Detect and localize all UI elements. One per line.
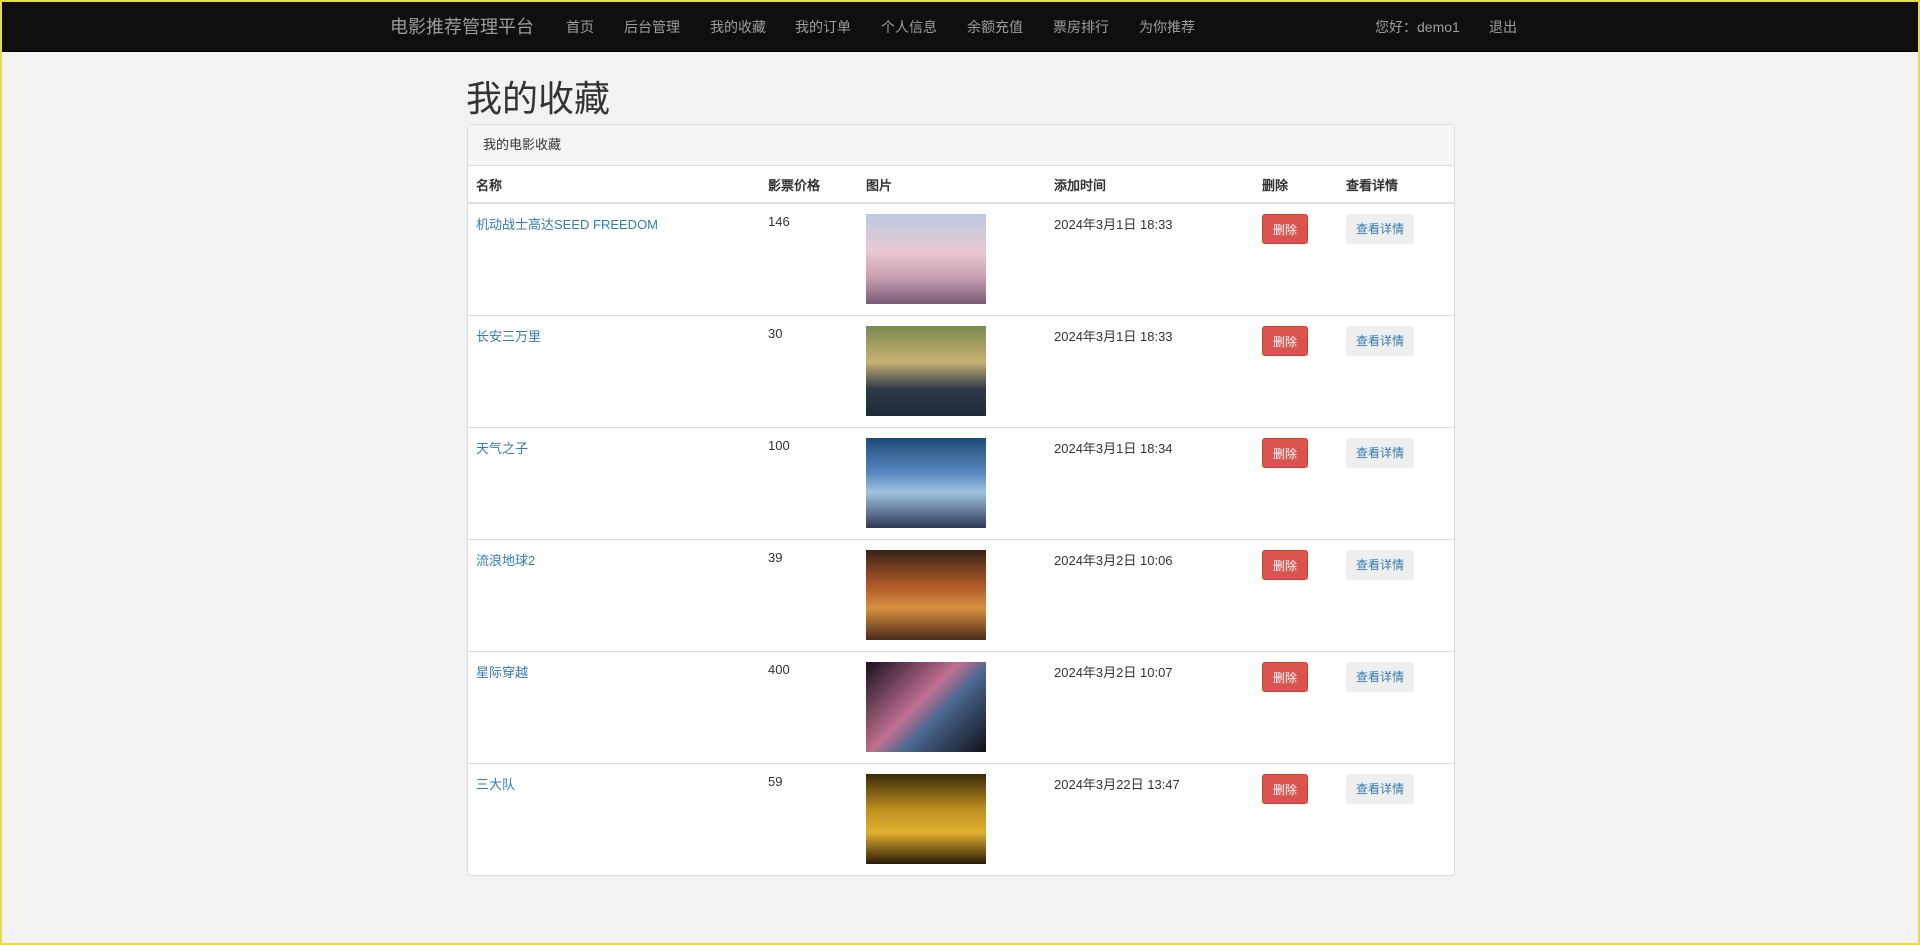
nav-recharge[interactable]: 余额充值	[967, 2, 1023, 52]
col-price: 影票价格	[760, 166, 858, 204]
delete-button[interactable]: 删除	[1262, 773, 1309, 804]
panel-heading: 我的电影收藏	[468, 125, 1454, 166]
nav-favorites[interactable]: 我的收藏	[710, 2, 766, 52]
added-time: 2024年3月22日 13:47	[1046, 762, 1254, 875]
added-time: 2024年3月1日 18:33	[1054, 217, 1173, 232]
view-detail-button[interactable]: 查看详情	[1346, 661, 1415, 692]
favorites-panel: 我的电影收藏 名称 影票价格 图片 添加时间 删除 查看详情 机动战士高达SEE…	[467, 124, 1455, 876]
movie-name-link[interactable]: 星际穿越	[476, 665, 528, 680]
delete-button[interactable]: 删除	[1262, 661, 1309, 692]
price: 30	[760, 314, 858, 427]
price: 39	[760, 538, 858, 651]
page-title: 我的收藏	[466, 78, 611, 119]
nav-home[interactable]: 首页	[566, 2, 594, 52]
nav-admin[interactable]: 后台管理	[624, 2, 680, 52]
delete-button[interactable]: 删除	[1262, 437, 1309, 468]
logout-link[interactable]: 退出	[1489, 2, 1517, 52]
view-detail-button[interactable]: 查看详情	[1346, 773, 1415, 804]
movie-name-link[interactable]: 三大队	[476, 777, 515, 792]
price: 400	[760, 650, 858, 763]
brand-link[interactable]: 电影推荐管理平台	[390, 2, 534, 52]
navbar: 电影推荐管理平台 首页 后台管理 我的收藏 我的订单 个人信息 余额充值 票房排…	[2, 2, 1918, 52]
col-image: 图片	[858, 166, 1046, 204]
table-row: 长安三万里 30 2024年3月1日 18:33 删除 查看详情	[468, 314, 1454, 427]
movie-poster	[866, 549, 986, 640]
price: 59	[760, 762, 858, 875]
added-time: 2024年3月2日 10:07	[1046, 650, 1254, 763]
table-row: 星际穿越 400 2024年3月2日 10:07 删除 查看详情	[468, 650, 1454, 763]
view-detail-button[interactable]: 查看详情	[1346, 549, 1415, 580]
view-detail-button[interactable]: 查看详情	[1346, 437, 1415, 468]
nav-profile[interactable]: 个人信息	[881, 2, 937, 52]
col-detail: 查看详情	[1338, 166, 1454, 204]
movie-poster	[866, 214, 986, 304]
col-delete: 删除	[1254, 166, 1338, 204]
price: 146	[768, 214, 790, 229]
favorites-table: 名称 影票价格 图片 添加时间 删除 查看详情 机动战士高达SEED FREED…	[468, 166, 1454, 875]
movie-name-link[interactable]: 机动战士高达SEED FREEDOM	[476, 217, 658, 232]
delete-button[interactable]: 删除	[1262, 325, 1309, 356]
nav-recommend[interactable]: 为你推荐	[1139, 2, 1195, 52]
user-greeting[interactable]: 您好：demo1	[1375, 2, 1460, 52]
delete-button[interactable]: 删除	[1262, 549, 1309, 580]
movie-poster	[866, 773, 986, 864]
movie-name-link[interactable]: 长安三万里	[476, 329, 541, 344]
view-detail-button[interactable]: 查看详情	[1346, 214, 1415, 244]
table-row: 机动战士高达SEED FREEDOM 146 2024年3月1日 18:33 删…	[468, 203, 1454, 315]
movie-name-link[interactable]: 流浪地球2	[476, 553, 535, 568]
added-time: 2024年3月1日 18:33	[1046, 314, 1254, 427]
added-time: 2024年3月2日 10:06	[1046, 538, 1254, 651]
col-name: 名称	[468, 166, 760, 204]
table-row: 流浪地球2 39 2024年3月2日 10:06 删除 查看详情	[468, 538, 1454, 651]
movie-poster	[866, 325, 986, 416]
nav-box-office[interactable]: 票房排行	[1053, 2, 1109, 52]
added-time: 2024年3月1日 18:34	[1046, 426, 1254, 539]
delete-button[interactable]: 删除	[1262, 214, 1309, 244]
movie-poster	[866, 437, 986, 528]
movie-poster	[866, 661, 986, 752]
movie-name-link[interactable]: 天气之子	[476, 441, 528, 456]
table-row: 天气之子 100 2024年3月1日 18:34 删除 查看详情	[468, 426, 1454, 539]
nav-orders[interactable]: 我的订单	[795, 2, 851, 52]
col-time: 添加时间	[1046, 166, 1254, 204]
price: 100	[760, 426, 858, 539]
table-row: 三大队 59 2024年3月22日 13:47 删除 查看详情	[468, 762, 1454, 875]
view-detail-button[interactable]: 查看详情	[1346, 325, 1415, 356]
